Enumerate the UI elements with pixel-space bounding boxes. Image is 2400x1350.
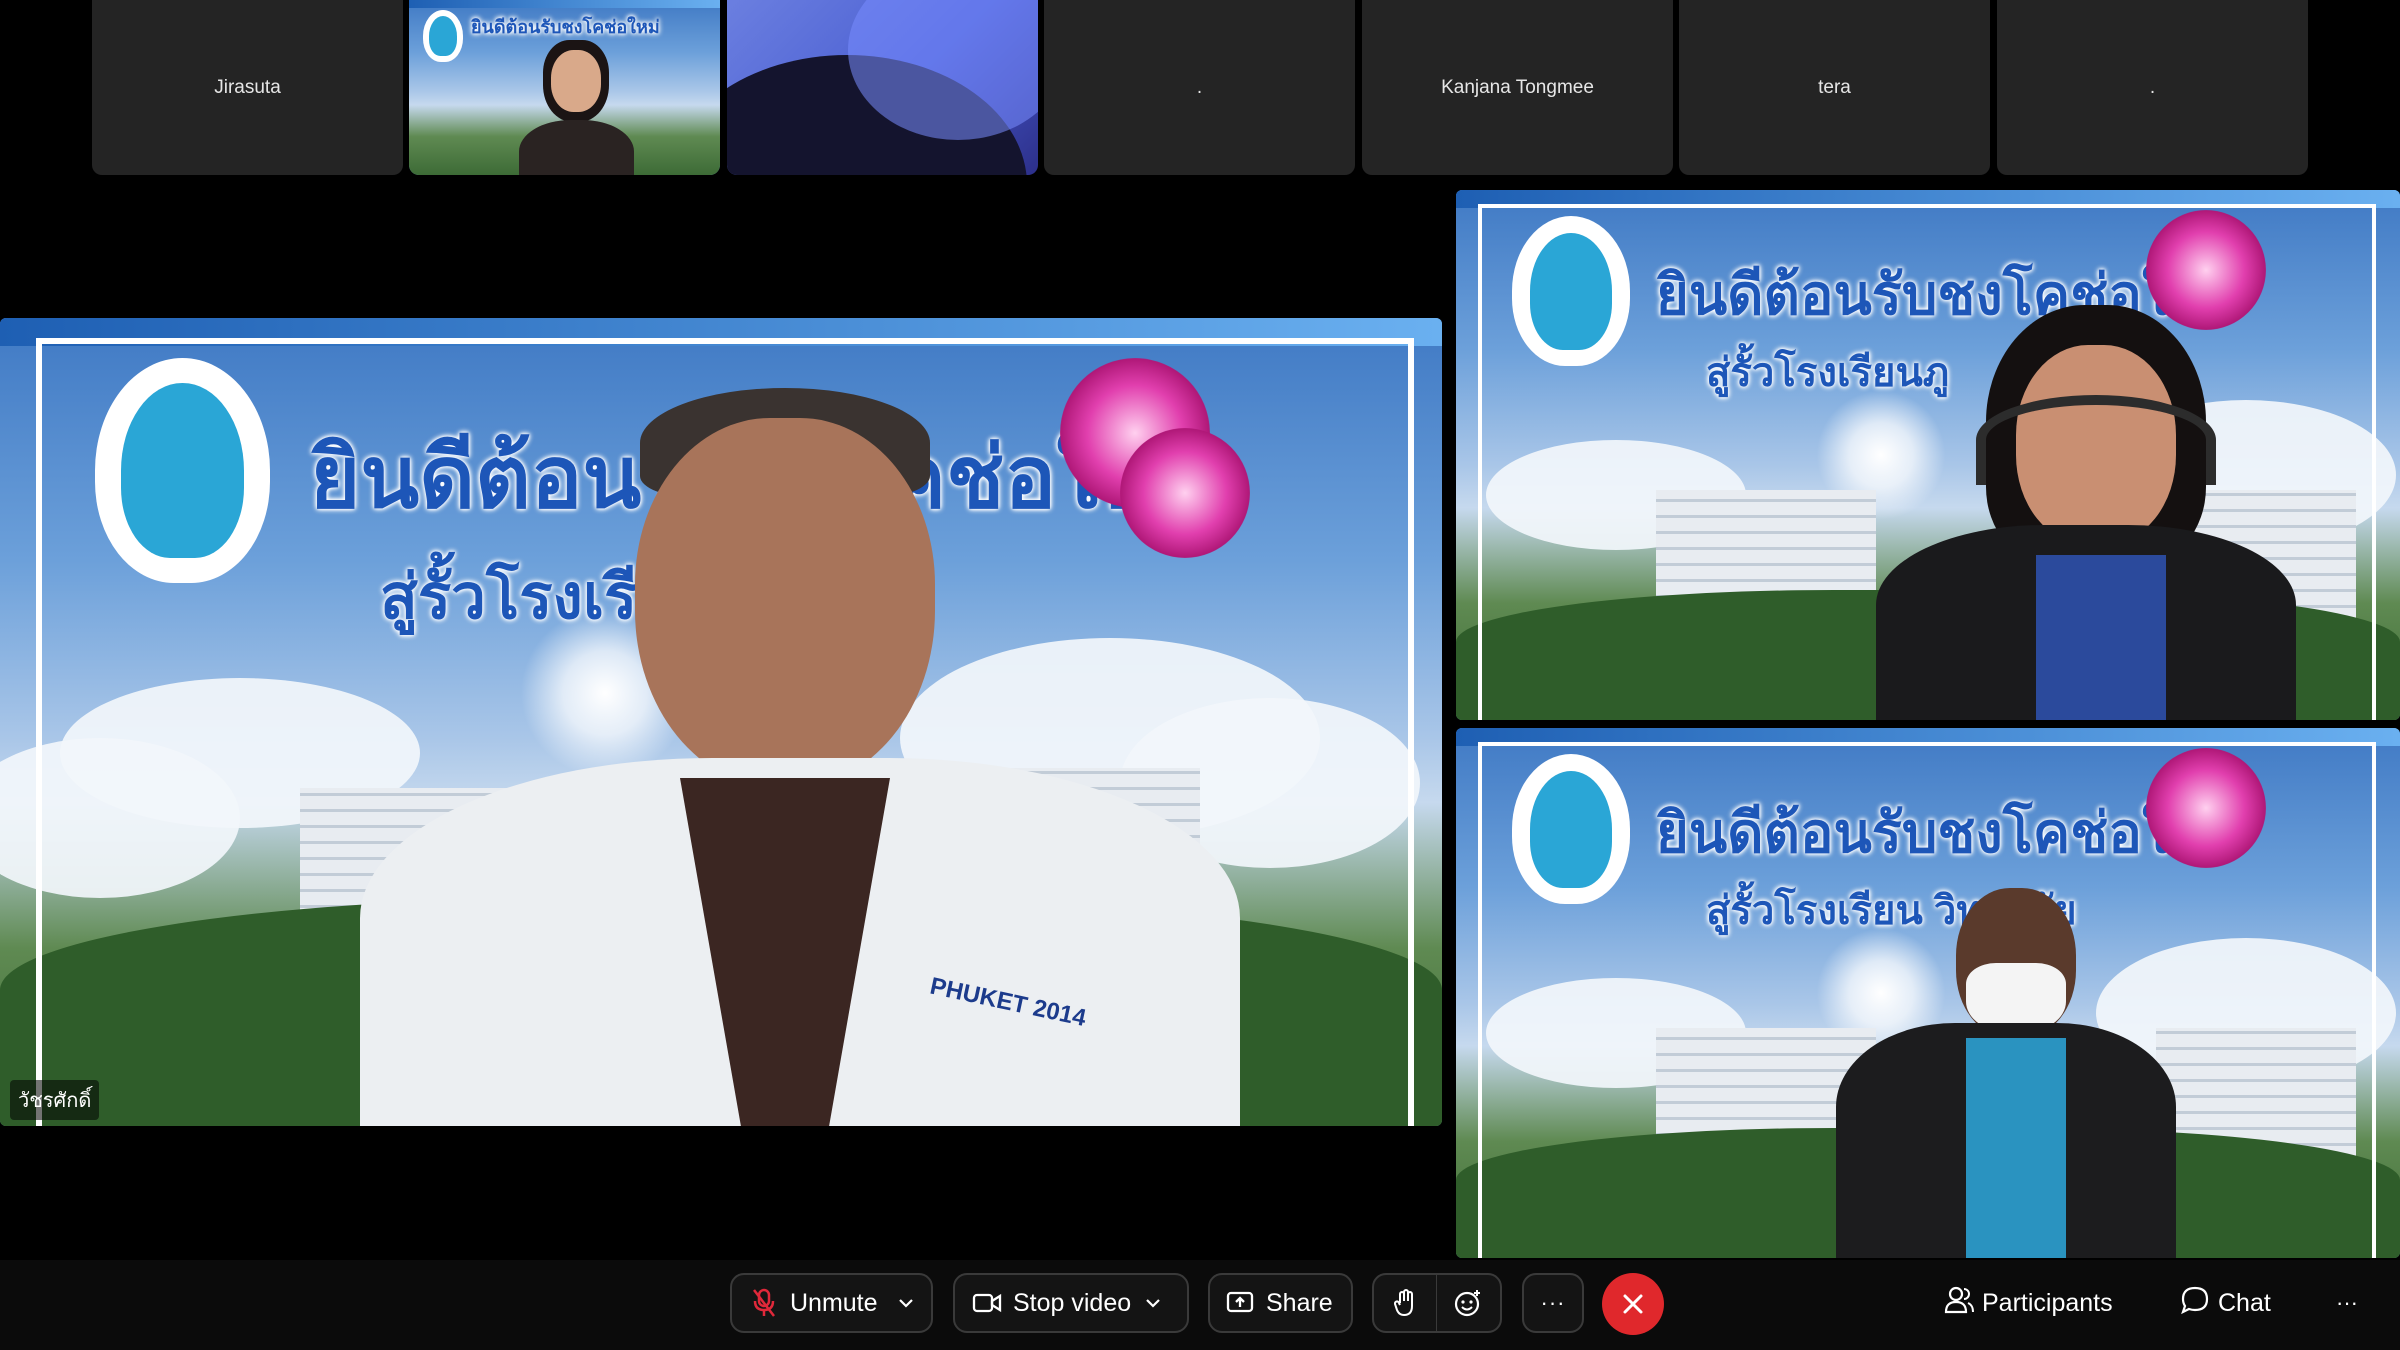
stop-video-button[interactable]: Stop video: [953, 1273, 1189, 1333]
unmute-label: Unmute: [790, 1288, 878, 1317]
participant-video: [1816, 888, 2216, 1258]
share-button[interactable]: Share: [1208, 1273, 1353, 1333]
video-tile-headset-woman[interactable]: ยินดีต้อนรับชงโคช่อใหม่ สู่รั้วโรงเรียนภ…: [1456, 190, 2400, 720]
school-crest-icon: [1512, 754, 1630, 904]
raise-hand-icon[interactable]: [1374, 1289, 1436, 1317]
orchid-flower: [2146, 748, 2266, 868]
chat-label: Chat: [2218, 1288, 2271, 1317]
thumbnail-participant-dot-2[interactable]: .: [1997, 0, 2308, 175]
unmute-button[interactable]: Unmute: [730, 1273, 933, 1333]
share-screen-icon: [1220, 1291, 1260, 1315]
background-band: [409, 0, 720, 8]
thumbnail-kanjana-tongmee[interactable]: Kanjana Tongmee: [1362, 0, 1673, 175]
thumbnail-video-woman[interactable]: ยินดีต้อนรับชงโคช่อใหม่: [409, 0, 720, 175]
thumbnail-participant-dot-1[interactable]: .: [1044, 0, 1355, 175]
participants-icon: [1944, 1285, 1974, 1322]
participant-name-tag: วัชรศักดิ์: [10, 1080, 100, 1120]
participants-button[interactable]: Participants: [1944, 1273, 2113, 1333]
chevron-down-icon[interactable]: [886, 1298, 926, 1308]
stop-video-label: Stop video: [1013, 1288, 1132, 1317]
participant-strip: Jirasuta ยินดีต้อนรับชงโคช่อใหม่ . Kanja…: [0, 0, 2400, 178]
thumbnail-name: .: [2149, 76, 2156, 98]
participants-label: Participants: [1982, 1288, 2113, 1317]
thumbnail-name: .: [1196, 76, 1203, 98]
thumbnail-jirasuta[interactable]: Jirasuta: [92, 0, 403, 175]
thumbnail-tera[interactable]: tera: [1679, 0, 1990, 175]
meeting-toolbar: Unmute Stop video Share ··· Participants…: [0, 1260, 2400, 1350]
end-call-button[interactable]: [1602, 1273, 1664, 1335]
thumbnail-name: Kanjana Tongmee: [1441, 76, 1594, 98]
thumbnail-avatar-art[interactable]: [727, 0, 1038, 175]
chat-button[interactable]: Chat: [2180, 1273, 2271, 1333]
overflow-menu-button[interactable]: ···: [2336, 1273, 2358, 1333]
share-label: Share: [1266, 1288, 1333, 1317]
participant-video: [519, 40, 634, 175]
school-crest-icon: [423, 10, 463, 62]
more-options-button[interactable]: ···: [1522, 1273, 1584, 1333]
more-options-label: ···: [1540, 1290, 1566, 1315]
microphone-muted-icon: [744, 1288, 784, 1318]
emoji-reaction-icon[interactable]: [1437, 1288, 1499, 1318]
chat-bubble-icon: [2180, 1285, 2210, 1322]
thumbnail-name: tera: [1818, 76, 1851, 98]
participant-video: [1856, 305, 2336, 720]
school-crest-icon: [1512, 216, 1630, 366]
participant-video: PHUKET 2014: [300, 388, 1350, 1126]
main-video-tile[interactable]: ยินดีต้อนรับชงโคช่อใหม่ สู่รั้วโรงเรียน …: [0, 318, 1442, 1126]
video-camera-icon: [967, 1292, 1007, 1314]
background-title-text: ยินดีต้อนรับชงโคช่อใหม่: [471, 17, 660, 37]
chevron-down-icon[interactable]: [1133, 1298, 1173, 1308]
thumbnail-name: Jirasuta: [214, 76, 281, 98]
reactions-group: [1372, 1273, 1502, 1333]
video-tile-masked-man[interactable]: ยินดีต้อนรับชงโคช่อใหม่ สู่รั้วโรงเรียน …: [1456, 728, 2400, 1258]
close-icon: [1623, 1294, 1643, 1314]
overflow-menu-label: ···: [2336, 1290, 2358, 1315]
school-crest-icon: [95, 358, 270, 583]
